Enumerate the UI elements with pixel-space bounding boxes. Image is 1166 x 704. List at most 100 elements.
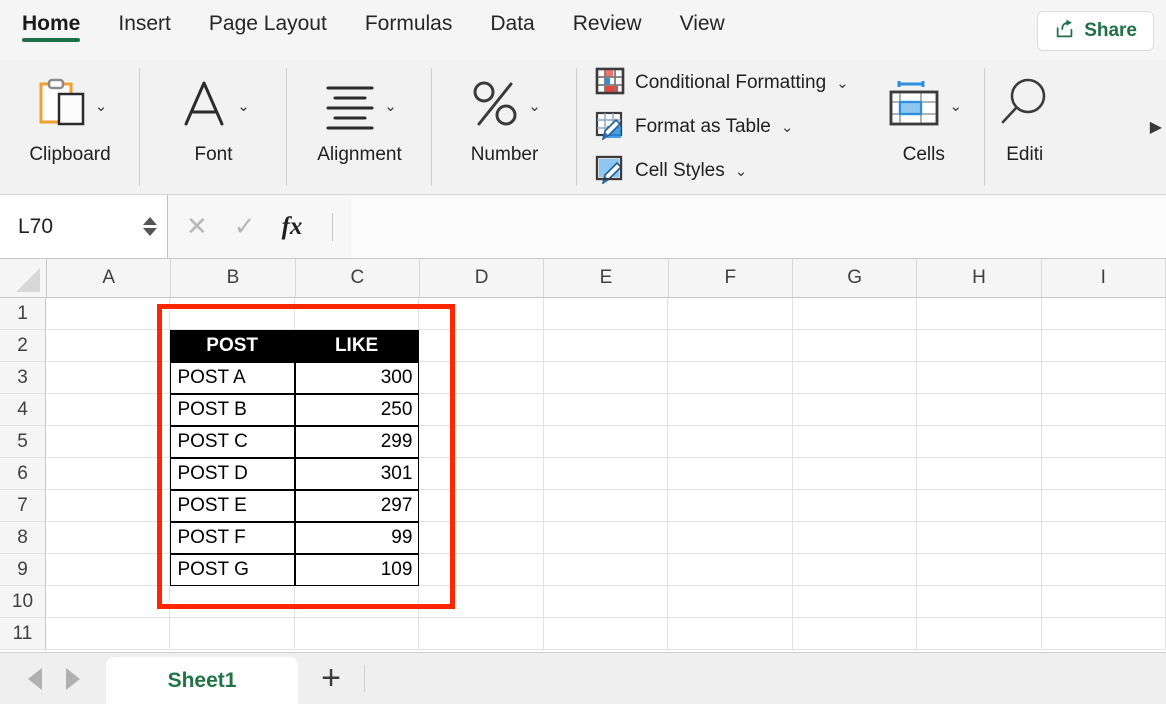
- name-box[interactable]: L70: [0, 195, 168, 258]
- cell-d8[interactable]: [419, 522, 544, 554]
- cell-g4[interactable]: [792, 394, 918, 426]
- conditional-formatting-chevron-down-icon[interactable]: ⌄: [836, 76, 849, 91]
- cancel-icon[interactable]: ✕: [186, 211, 208, 242]
- cell-e4[interactable]: [543, 394, 669, 426]
- cell-a6[interactable]: [46, 458, 171, 490]
- cell-a7[interactable]: [46, 490, 171, 522]
- tab-insert[interactable]: Insert: [118, 0, 171, 36]
- format-as-table-button[interactable]: Format as Table ⌄: [595, 110, 849, 145]
- cell-b11[interactable]: [170, 618, 295, 650]
- column-header-a[interactable]: A: [47, 259, 172, 297]
- cell-h10[interactable]: [917, 586, 1042, 618]
- cell-d1[interactable]: [419, 298, 544, 330]
- cell-b10[interactable]: [170, 586, 295, 618]
- cell-g9[interactable]: [792, 554, 918, 586]
- ribbon-group-alignment[interactable]: ⌄ Alignment: [287, 60, 432, 194]
- cell-g7[interactable]: [792, 490, 918, 522]
- column-header-f[interactable]: F: [668, 259, 793, 297]
- cell-styles-chevron-down-icon[interactable]: ⌄: [735, 164, 748, 179]
- cell-g1[interactable]: [792, 298, 918, 330]
- tab-formulas[interactable]: Formulas: [365, 0, 453, 36]
- cell-d4[interactable]: [419, 394, 544, 426]
- cell-e2[interactable]: [543, 330, 669, 362]
- row-header-11[interactable]: 11: [0, 618, 46, 650]
- cell-c6-like[interactable]: 301: [294, 458, 420, 490]
- cell-g6[interactable]: [792, 458, 918, 490]
- ribbon-group-clipboard[interactable]: ⌄ Clipboard: [0, 60, 140, 194]
- name-box-stepper[interactable]: [143, 217, 157, 236]
- cell-i11[interactable]: [1041, 618, 1166, 650]
- cell-h1[interactable]: [917, 298, 1042, 330]
- cell-h8[interactable]: [917, 522, 1042, 554]
- cell-d6[interactable]: [419, 458, 544, 490]
- sheet-tab-sheet1[interactable]: Sheet1: [106, 657, 298, 704]
- row-header-7[interactable]: 7: [0, 490, 46, 522]
- row-header-3[interactable]: 3: [0, 362, 46, 394]
- cell-h5[interactable]: [917, 426, 1042, 458]
- tab-data[interactable]: Data: [490, 0, 534, 36]
- share-button[interactable]: Share: [1037, 11, 1154, 51]
- cell-d2[interactable]: [419, 330, 544, 362]
- cell-c5-like[interactable]: 299: [294, 426, 420, 458]
- cell-b6-post[interactable]: POST D: [170, 458, 295, 490]
- next-sheet-arrow-icon[interactable]: [66, 667, 80, 690]
- row-header-2[interactable]: 2: [0, 330, 46, 362]
- cell-b2-post-header[interactable]: POST: [170, 330, 295, 362]
- cell-g8[interactable]: [792, 522, 918, 554]
- select-all-corner[interactable]: [0, 259, 47, 297]
- row-header-4[interactable]: 4: [0, 394, 46, 426]
- conditional-formatting-button[interactable]: Conditional Formatting ⌄: [595, 66, 849, 101]
- stepper-down-icon[interactable]: [143, 228, 157, 236]
- column-header-h[interactable]: H: [917, 259, 1042, 297]
- cell-i1[interactable]: [1041, 298, 1166, 330]
- cell-i9[interactable]: [1041, 554, 1166, 586]
- cell-a8[interactable]: [46, 522, 171, 554]
- cell-d3[interactable]: [419, 362, 544, 394]
- row-header-1[interactable]: 1: [0, 298, 46, 330]
- cell-a9[interactable]: [46, 554, 171, 586]
- cell-e5[interactable]: [543, 426, 669, 458]
- font-chevron-down-icon[interactable]: ⌄: [237, 99, 250, 114]
- cell-b9-post[interactable]: POST G: [170, 554, 295, 586]
- column-header-i[interactable]: I: [1041, 259, 1166, 297]
- row-header-5[interactable]: 5: [0, 426, 46, 458]
- cell-h6[interactable]: [917, 458, 1042, 490]
- cell-e10[interactable]: [543, 586, 669, 618]
- stepper-up-icon[interactable]: [143, 217, 157, 225]
- cell-h4[interactable]: [917, 394, 1042, 426]
- cell-c1[interactable]: [294, 298, 420, 330]
- cell-a1[interactable]: [46, 298, 171, 330]
- cell-i3[interactable]: [1041, 362, 1166, 394]
- tab-view[interactable]: View: [680, 0, 725, 36]
- cell-d7[interactable]: [419, 490, 544, 522]
- cell-f10[interactable]: [668, 586, 793, 618]
- clipboard-chevron-down-icon[interactable]: ⌄: [95, 99, 108, 114]
- cell-f1[interactable]: [668, 298, 793, 330]
- cell-g5[interactable]: [792, 426, 918, 458]
- cell-f4[interactable]: [668, 394, 793, 426]
- ribbon-group-cells[interactable]: ⌄ Cells: [863, 60, 985, 194]
- cell-a10[interactable]: [46, 586, 171, 618]
- cell-g3[interactable]: [792, 362, 918, 394]
- cell-i10[interactable]: [1041, 586, 1166, 618]
- cell-b7-post[interactable]: POST E: [170, 490, 295, 522]
- cell-b4-post[interactable]: POST B: [170, 394, 295, 426]
- cell-styles-button[interactable]: Cell Styles ⌄: [595, 154, 849, 189]
- cell-b8-post[interactable]: POST F: [170, 522, 295, 554]
- cell-c4-like[interactable]: 250: [294, 394, 420, 426]
- cell-c10[interactable]: [294, 586, 420, 618]
- cell-g2[interactable]: [792, 330, 918, 362]
- cells-chevron-down-icon[interactable]: ⌄: [949, 99, 962, 114]
- overflow-right-arrow-icon[interactable]: ▶: [1150, 117, 1162, 137]
- cell-f6[interactable]: [668, 458, 793, 490]
- cell-d11[interactable]: [419, 618, 544, 650]
- row-header-10[interactable]: 10: [0, 586, 46, 618]
- ribbon-group-editing[interactable]: Editi: [985, 60, 1065, 194]
- cell-c7-like[interactable]: 297: [294, 490, 420, 522]
- alignment-chevron-down-icon[interactable]: ⌄: [384, 99, 397, 114]
- cell-i2[interactable]: [1041, 330, 1166, 362]
- cell-i5[interactable]: [1041, 426, 1166, 458]
- cell-c8-like[interactable]: 99: [294, 522, 420, 554]
- cell-d10[interactable]: [419, 586, 544, 618]
- cell-e6[interactable]: [543, 458, 669, 490]
